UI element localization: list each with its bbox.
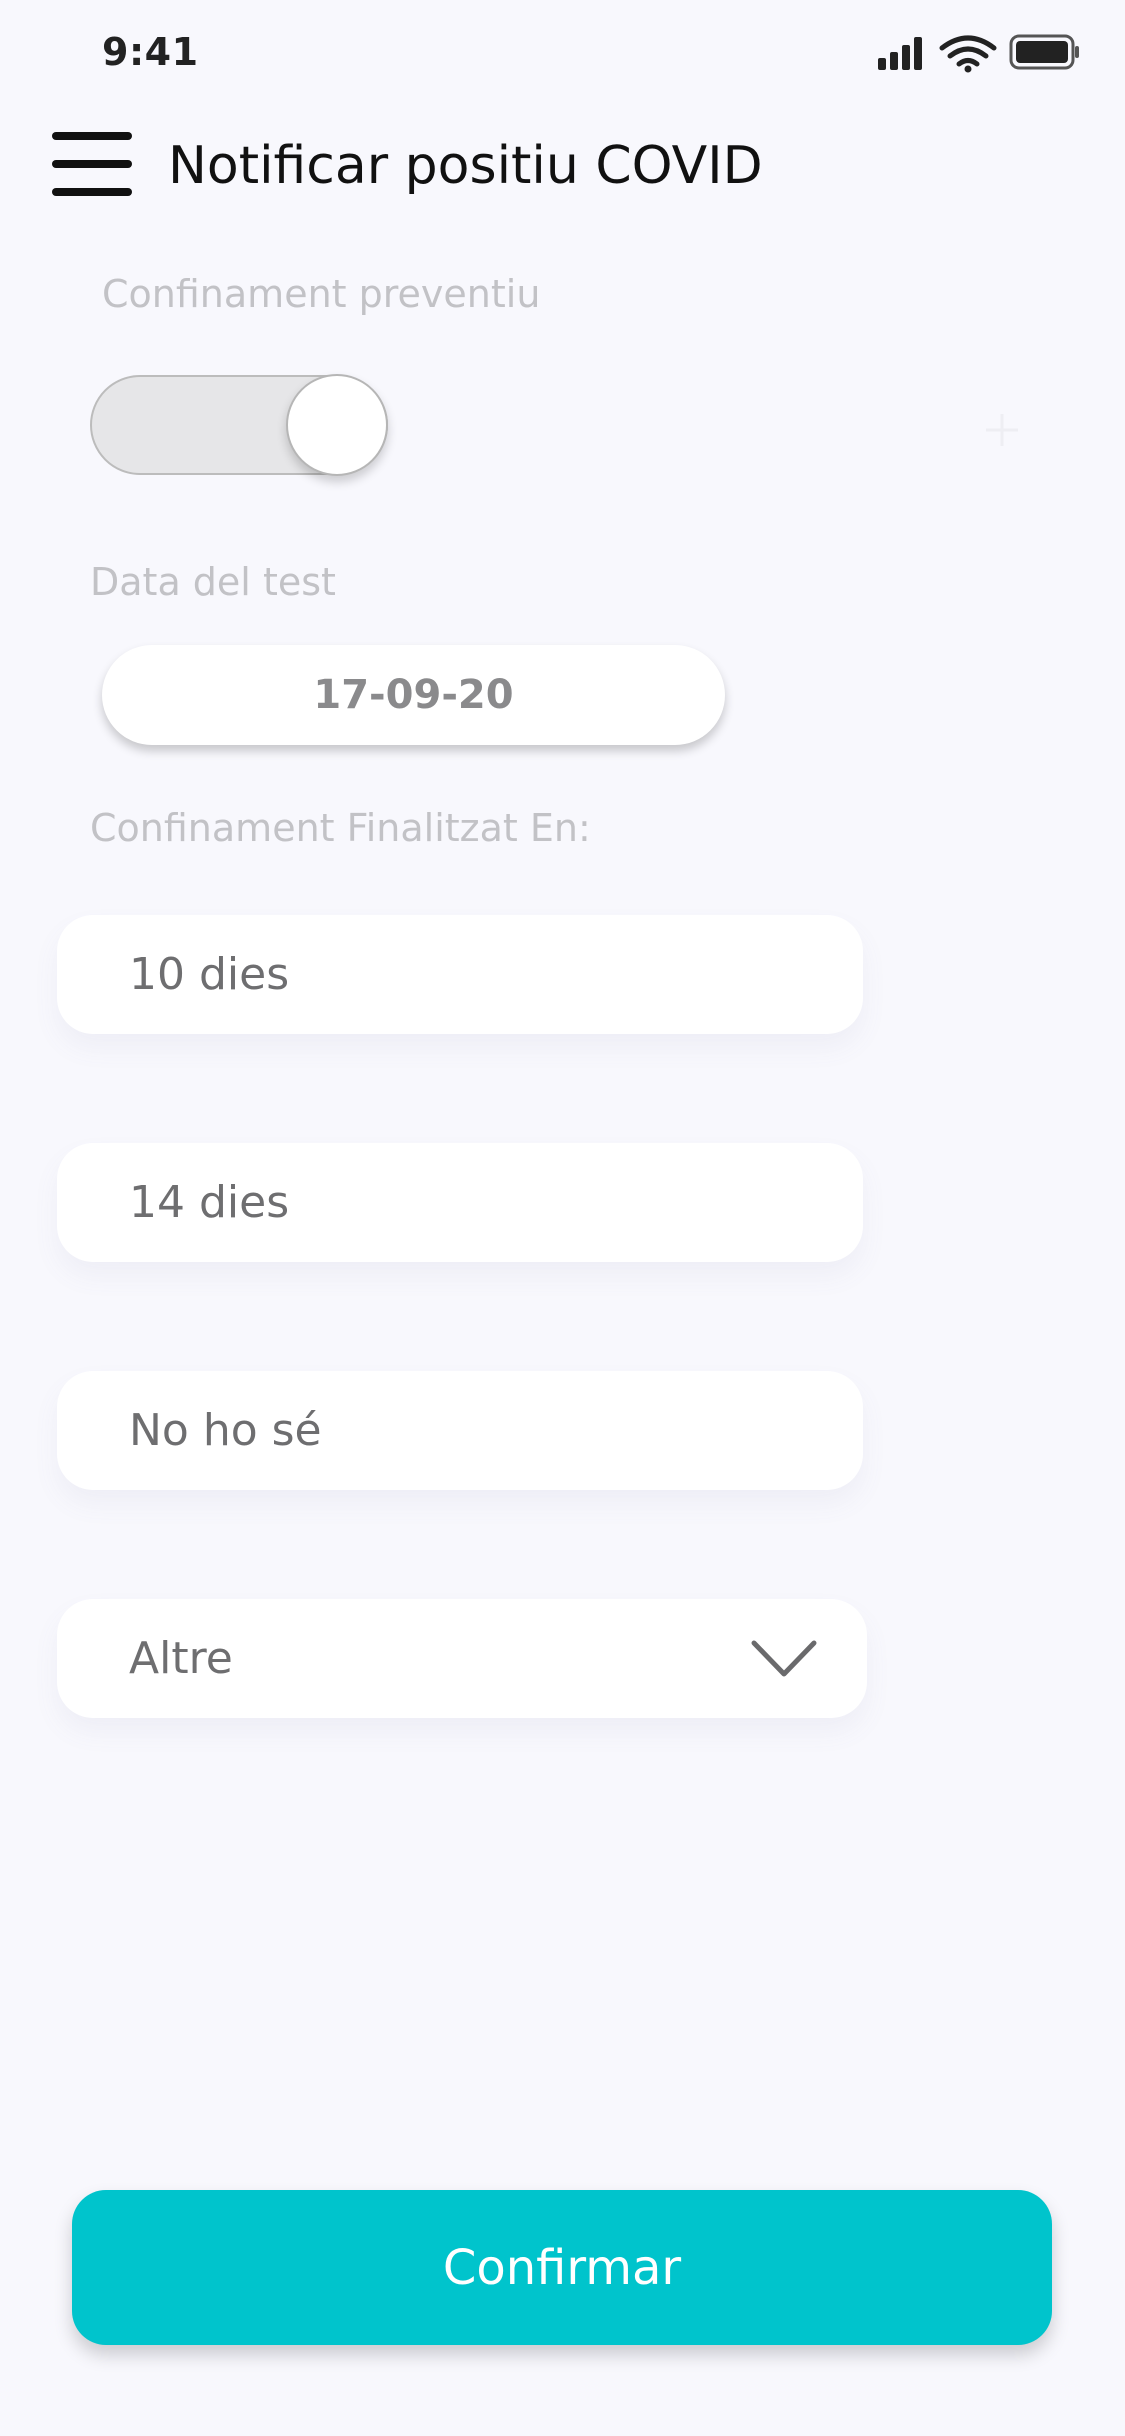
toggle-knob [286,374,388,476]
signal-icon [878,37,922,70]
chevron-down-icon [751,1640,817,1677]
confirm-button[interactable]: Confirmar [72,2190,1052,2345]
plus-icon [986,414,1018,446]
preventive-label: Confinament preventiu [102,272,541,316]
test-date-field[interactable]: 17-09-20 [102,645,725,745]
end-label: Confinament Finalitzat En: [90,806,591,850]
status-time: 9:41 [102,30,199,74]
option-label: No ho sé [129,1405,322,1456]
option-label: 10 dies [129,949,290,1000]
page-title: Notificar positiu COVID [168,136,763,196]
option-14-days[interactable]: 14 dies [57,1143,863,1262]
test-date-label: Data del test [90,560,336,604]
hamburger-menu-icon[interactable] [52,132,132,196]
option-other-dropdown[interactable]: Altre [57,1599,867,1718]
option-label: 14 dies [129,1177,290,1228]
wifi-icon [939,35,997,67]
preventive-toggle[interactable] [90,374,388,476]
option-10-days[interactable]: 10 dies [57,915,863,1034]
option-label: Altre [129,1633,233,1684]
option-unknown[interactable]: No ho sé [57,1371,863,1490]
status-icons [878,34,1079,73]
battery-icon [1009,34,1079,70]
